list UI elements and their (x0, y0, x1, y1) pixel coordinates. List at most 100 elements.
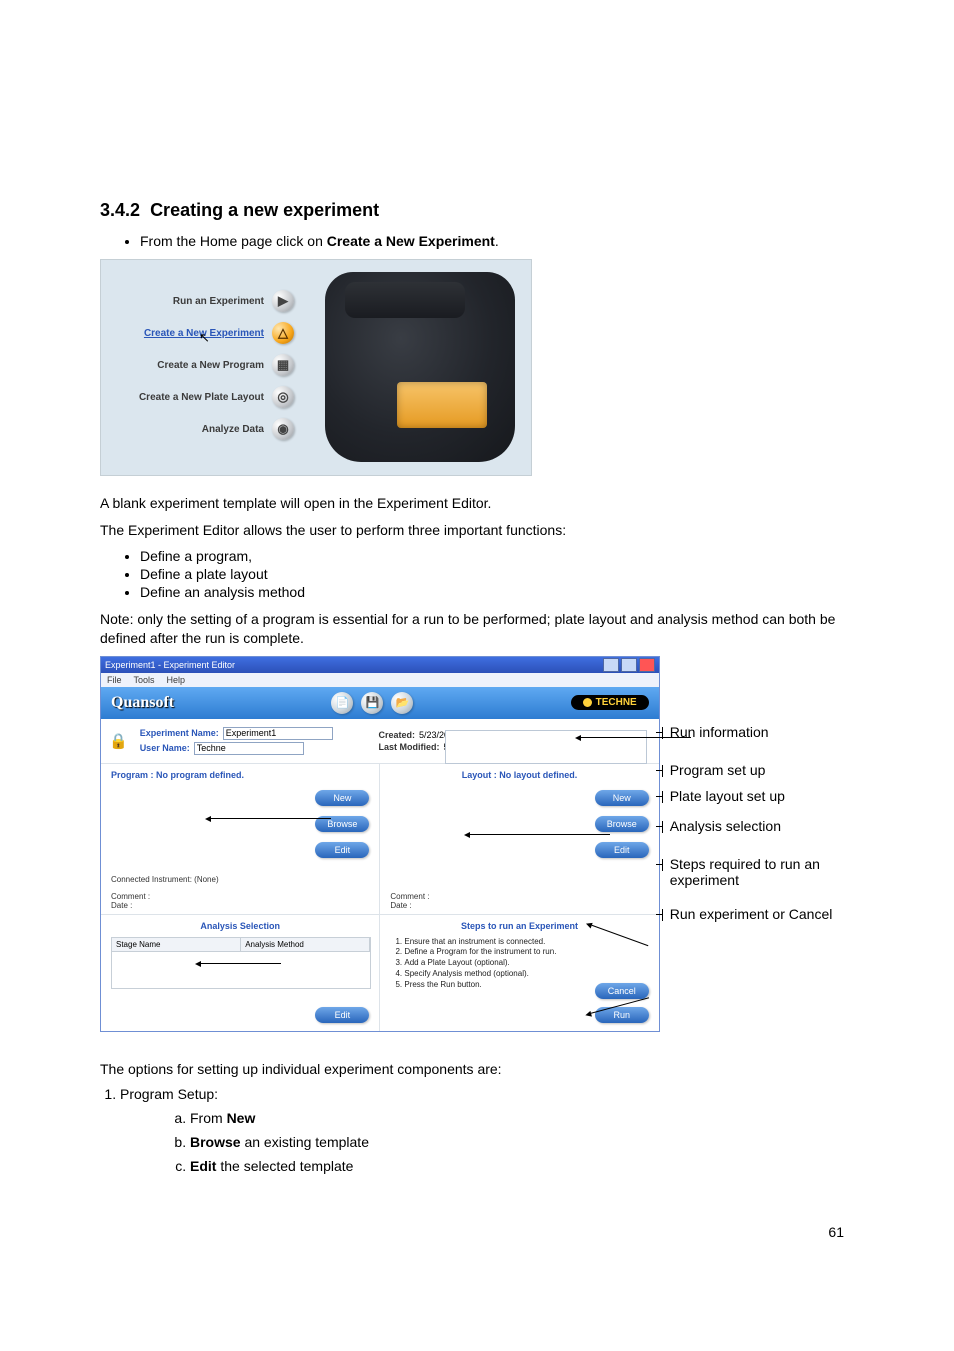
intro-action: Create a New Experiment (327, 233, 495, 249)
option-c-bold: Edit (190, 1158, 216, 1174)
program-edit-button[interactable]: Edit (315, 842, 369, 858)
section-title: Creating a new experiment (150, 200, 379, 220)
intro-prefix: From the Home page click on (140, 233, 327, 249)
home-item-label: Run an Experiment (119, 296, 264, 307)
para-blank-template: A blank experiment template will open in… (100, 494, 844, 513)
steps-panel: Steps to run an Experiment Ensure that a… (380, 915, 658, 1031)
home-item-run[interactable]: Run an Experiment ▶ (119, 290, 294, 312)
option-b-bold: Browse (190, 1134, 241, 1150)
app-brand: Quansoft (111, 694, 174, 712)
annotation-run-info: Run information (670, 724, 769, 740)
home-item-new-program[interactable]: Create a New Program ▦ (119, 354, 294, 376)
user-name-input[interactable] (194, 742, 304, 755)
annotation-plate-layout: Plate layout set up (670, 788, 785, 804)
options-item-1: Program Setup: (120, 1086, 844, 1102)
option-b-suffix: an existing template (241, 1134, 369, 1150)
home-item-label: Create a New Experiment (119, 328, 264, 339)
menu-help[interactable]: Help (167, 675, 186, 685)
annotation-arrow (470, 834, 610, 835)
cancel-button[interactable]: Cancel (595, 983, 649, 999)
option-c: Edit the selected template (190, 1158, 844, 1174)
layout-new-button[interactable]: New (595, 790, 649, 806)
annotation-steps: Steps required to run an experiment (670, 856, 820, 888)
program-comment-label: Comment : (111, 892, 369, 901)
page-number: 61 (100, 1224, 844, 1240)
connected-instrument: Connected Instrument: (None) (111, 875, 369, 884)
option-a: From New (190, 1110, 844, 1126)
brand-row: Quansoft 📄 💾 📂 TECHNE (101, 687, 659, 719)
analyze-icon: ◉ (272, 418, 294, 440)
step-item: Define a Program for the instrument to r… (404, 947, 648, 958)
annotation-program-setup: Program set up (670, 762, 766, 778)
annotation-analysis: Analysis selection (670, 818, 781, 834)
flask-icon: △ (272, 322, 294, 344)
steps-title: Steps to run an Experiment (390, 921, 648, 931)
analysis-title: Analysis Selection (111, 921, 369, 931)
layout-comment-label: Comment : (390, 892, 648, 901)
option-a-prefix: From (190, 1110, 227, 1126)
cursor-icon: ↖ (199, 330, 210, 346)
option-c-suffix: the selected template (216, 1158, 353, 1174)
annotation-run-cancel: Run experiment or Cancel (670, 906, 833, 922)
func-item: Define a program, (140, 548, 844, 564)
program-title: Program : No program defined. (111, 770, 369, 780)
window-title: Experiment1 - Experiment Editor (105, 660, 235, 670)
func-item: Define a plate layout (140, 566, 844, 582)
menu-file[interactable]: File (107, 675, 122, 685)
menu-tools[interactable]: Tools (134, 675, 155, 685)
option-a-bold: New (227, 1110, 256, 1126)
step-item: Ensure that an instrument is connected. (404, 937, 648, 948)
options-item-1-label: Program Setup: (120, 1086, 218, 1102)
analysis-col-method: Analysis Method (241, 938, 370, 951)
menu-bar: File Tools Help (101, 673, 659, 687)
options-lead: The options for setting up individual ex… (100, 1060, 844, 1079)
layout-date-label: Date : (390, 901, 648, 910)
home-item-new-plate[interactable]: Create a New Plate Layout ◎ (119, 386, 294, 408)
program-icon: ▦ (272, 354, 294, 376)
home-item-label: Create a New Plate Layout (119, 392, 264, 403)
annotation-arrow (201, 963, 281, 964)
run-information: 🔒 Experiment Name: User Name: Created: 5… (101, 719, 659, 764)
step-item: Specify Analysis method (optional). (404, 969, 648, 980)
modified-label: Last Modified: (379, 742, 440, 752)
program-new-button[interactable]: New (315, 790, 369, 806)
lock-icon: 🔒 (109, 732, 128, 750)
option-b: Browse an existing template (190, 1134, 844, 1150)
experiment-editor-window: Experiment1 - Experiment Editor File Too… (100, 656, 660, 1032)
annotation-column: Run information Program set up Plate lay… (670, 656, 844, 1032)
home-item-label: Analyze Data (119, 424, 264, 435)
comments-box[interactable] (445, 730, 647, 764)
exp-name-label: Experiment Name: (140, 728, 219, 738)
home-screenshot: Run an Experiment ▶ Create a New Experim… (100, 259, 532, 476)
plate-icon: ◎ (272, 386, 294, 408)
layout-edit-button[interactable]: Edit (595, 842, 649, 858)
instrument-illustration (325, 272, 515, 462)
window-minimize-button[interactable] (603, 658, 619, 672)
section-heading: 3.4.2 Creating a new experiment (100, 200, 844, 221)
created-label: Created: (379, 730, 416, 740)
user-name-label: User Name: (140, 743, 190, 753)
para-functions-lead: The Experiment Editor allows the user to… (100, 521, 844, 540)
layout-browse-button[interactable]: Browse (595, 816, 649, 832)
save-icon[interactable]: 💾 (361, 692, 383, 714)
program-panel: Program : No program defined. New Browse… (101, 764, 380, 914)
home-item-label: Create a New Program (119, 360, 264, 371)
home-item-analyze[interactable]: Analyze Data ◉ (119, 418, 294, 440)
layout-panel: Layout : No layout defined. New Browse E… (380, 764, 658, 914)
window-maximize-button[interactable] (621, 658, 637, 672)
analysis-col-stage: Stage Name (112, 938, 241, 951)
page-icon[interactable]: 📄 (331, 692, 353, 714)
exp-name-input[interactable] (223, 727, 333, 740)
intro-suffix: . (495, 233, 499, 249)
annotation-arrow (211, 818, 331, 819)
open-icon[interactable]: 📂 (391, 692, 413, 714)
func-item: Define an analysis method (140, 584, 844, 600)
analysis-edit-button[interactable]: Edit (315, 1007, 369, 1023)
window-titlebar: Experiment1 - Experiment Editor (101, 657, 659, 673)
analysis-panel: Analysis Selection Stage Name Analysis M… (101, 915, 380, 1031)
para-note: Note: only the setting of a program is e… (100, 610, 844, 648)
program-date-label: Date : (111, 901, 369, 910)
step-item: Add a Plate Layout (optional). (404, 958, 648, 969)
window-close-button[interactable] (639, 658, 655, 672)
layout-title: Layout : No layout defined. (390, 770, 648, 780)
